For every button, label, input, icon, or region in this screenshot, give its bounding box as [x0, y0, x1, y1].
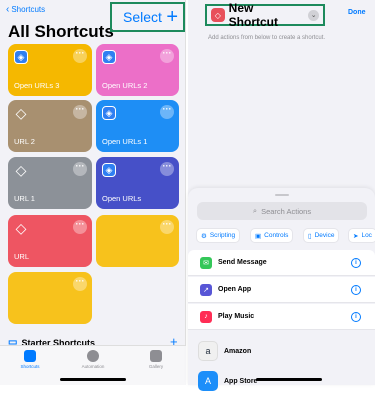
shortcut-tile[interactable]: ◈ ··· Open URLs 1 — [96, 100, 179, 152]
shortcut-title: New Shortcut — [228, 1, 279, 29]
app-label: Amazon — [224, 347, 252, 355]
tab-label: Automation — [81, 364, 105, 369]
more-icon[interactable]: ··· — [73, 277, 87, 291]
home-indicator — [256, 378, 322, 381]
app-store-icon: A — [198, 371, 218, 391]
shortcut-tile[interactable]: ··· — [96, 215, 179, 267]
back-label: Shortcuts — [11, 5, 46, 14]
more-icon[interactable]: ··· — [160, 220, 174, 234]
action-label: Open App — [218, 286, 252, 293]
app-row[interactable]: a Amazon — [188, 336, 375, 366]
shortcut-tile[interactable]: ··· — [8, 272, 92, 324]
chip-device[interactable]: ▯ Device — [303, 228, 340, 243]
app-row[interactable]: A App Store — [188, 366, 375, 396]
search-actions-field[interactable]: ⌕ Search Actions — [197, 202, 367, 220]
open-app-icon: ↗ — [200, 283, 212, 296]
select-button[interactable]: Select — [123, 9, 162, 25]
tab-gallery[interactable]: Gallery — [136, 350, 176, 369]
info-icon[interactable]: i — [351, 285, 361, 295]
select-toolbar: Select + — [110, 2, 185, 32]
safari-icon: ◈ — [14, 50, 28, 64]
tile-label: URL 2 — [14, 137, 35, 146]
tile-label: URL 1 — [14, 194, 35, 203]
info-icon[interactable]: i — [351, 312, 361, 322]
safari-icon: ◈ — [102, 106, 116, 120]
layers-icon — [24, 350, 36, 362]
action-row[interactable]: ♪ Play Music i — [188, 304, 375, 330]
tile-label: Open URLs 3 — [14, 81, 60, 90]
tab-label: Gallery — [148, 364, 164, 369]
add-shortcut-button[interactable]: + — [166, 7, 178, 27]
tile-label: URL — [14, 252, 30, 261]
amazon-icon: a — [198, 341, 218, 361]
chip-controls[interactable]: ▣ Controls — [250, 228, 294, 243]
layers-icon: ◇ — [15, 161, 27, 178]
layers-icon: ◇ — [15, 219, 27, 236]
message-icon: ✉ — [200, 256, 212, 269]
done-button[interactable]: Done — [348, 9, 366, 16]
tile-label: Open URLs 1 — [102, 137, 148, 146]
tab-label: Shortcuts — [20, 364, 40, 369]
gallery-icon — [150, 350, 162, 362]
chip-label: Device — [314, 232, 335, 239]
shortcut-tile[interactable]: ◈ ··· Open URLs 2 — [96, 44, 179, 96]
empty-hint: Add actions from below to create a short… — [208, 35, 326, 41]
shortcut-tile[interactable]: ◈ ··· Open URLs — [96, 157, 179, 209]
chip-label: Controls — [264, 232, 289, 239]
safari-icon: ◈ — [102, 50, 116, 64]
app-label: App Store — [224, 377, 258, 385]
more-icon[interactable]: ··· — [160, 162, 174, 176]
shortcut-app-icon: ◇ — [211, 8, 225, 22]
more-icon[interactable]: ··· — [73, 49, 87, 63]
safari-icon: ◈ — [102, 163, 116, 177]
shortcut-tile[interactable]: ◇ ··· URL — [8, 215, 92, 267]
more-icon[interactable]: ··· — [73, 162, 87, 176]
location-icon: ➤ — [353, 232, 359, 240]
shortcut-tile[interactable]: ◈ ··· Open URLs 3 — [8, 44, 92, 96]
tab-automation[interactable]: Automation — [73, 350, 113, 369]
chevron-left-icon: ‹ — [6, 3, 10, 15]
scripting-icon: ⚙ — [201, 232, 207, 240]
chevron-down-icon: ⌄ — [308, 9, 319, 21]
back-link[interactable]: ‹ Shortcuts — [6, 3, 46, 15]
more-icon[interactable]: ··· — [160, 49, 174, 63]
chip-label: Loc — [361, 232, 372, 239]
shortcut-title-button[interactable]: ◇ New Shortcut ⌄ — [205, 1, 325, 29]
search-placeholder: Search Actions — [261, 206, 312, 216]
page-title: All Shortcuts — [8, 22, 114, 41]
action-label: Send Message — [218, 259, 267, 266]
tile-label: Open URLs 2 — [102, 81, 148, 90]
controls-icon: ▣ — [255, 232, 262, 240]
more-icon[interactable]: ··· — [73, 220, 87, 234]
tab-shortcuts[interactable]: Shortcuts — [10, 350, 50, 369]
more-icon[interactable]: ··· — [160, 105, 174, 119]
chip-scripting[interactable]: ⚙ Scripting — [196, 228, 241, 243]
chip-location[interactable]: ➤ Loc — [348, 228, 375, 243]
action-row[interactable]: ✉ Send Message i — [188, 250, 375, 276]
info-icon[interactable]: i — [351, 258, 361, 268]
tile-label: Open URLs — [102, 194, 142, 203]
more-icon[interactable]: ··· — [73, 105, 87, 119]
action-label: Play Music — [218, 313, 255, 320]
device-icon: ▯ — [308, 232, 312, 240]
shortcut-tile[interactable]: ◇ ··· URL 2 — [8, 100, 92, 152]
layers-icon: ◇ — [15, 104, 27, 121]
sheet-grabber[interactable] — [275, 194, 289, 196]
chip-label: Scripting — [209, 232, 236, 239]
home-indicator — [60, 378, 126, 381]
search-icon: ⌕ — [252, 206, 258, 215]
action-row[interactable]: ↗ Open App i — [188, 277, 375, 303]
music-icon: ♪ — [200, 310, 212, 323]
automation-icon — [87, 350, 99, 362]
shortcut-tile[interactable]: ◇ ··· URL 1 — [8, 157, 92, 209]
